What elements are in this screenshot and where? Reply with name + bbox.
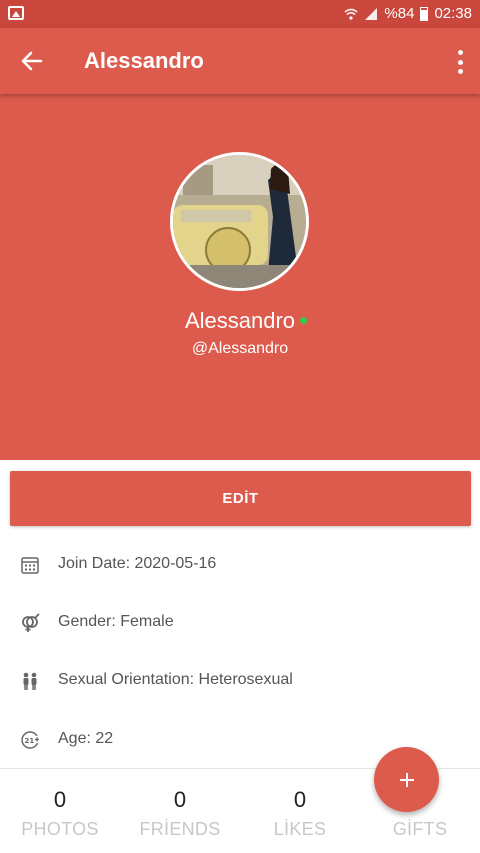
info-row-join-date: Join Date: 2020-05-16 xyxy=(0,545,480,585)
profile-header: Alessandro @Alessandro xyxy=(0,94,480,460)
photos-label: PHOTOS xyxy=(21,819,99,839)
gender-text: Gender: Female xyxy=(58,613,174,630)
more-options-button[interactable] xyxy=(454,48,466,76)
join-date-text: Join Date: 2020-05-16 xyxy=(58,555,217,572)
stat-friends[interactable]: 0 FRİENDS xyxy=(120,769,240,853)
friends-label: FRİENDS xyxy=(139,819,221,839)
signal-icon xyxy=(365,7,378,20)
more-vert-icon xyxy=(457,50,463,55)
gallery-icon xyxy=(8,6,24,20)
friends-count: 0 xyxy=(173,787,187,812)
likes-label: LİKES xyxy=(273,819,327,839)
people-icon xyxy=(23,672,37,690)
info-row-orientation: Sexual Orientation: Heterosexual xyxy=(0,661,480,701)
gifts-label: GİFTS xyxy=(392,819,448,839)
clock: 02:38 xyxy=(434,5,472,22)
online-status-dot xyxy=(300,317,307,324)
photos-count: 0 xyxy=(53,787,67,812)
age-21-icon: 21 xyxy=(21,731,39,749)
svg-text:21: 21 xyxy=(25,737,35,745)
back-button[interactable] xyxy=(16,45,48,77)
info-row-gender: Gender: Female xyxy=(0,603,480,643)
avatar-photo xyxy=(173,155,306,288)
battery-percent: %84 xyxy=(384,5,415,22)
battery-icon xyxy=(420,6,429,21)
stat-photos[interactable]: 0 PHOTOS xyxy=(0,769,120,853)
age-text: Age: 22 xyxy=(58,730,114,747)
status-indicators: %84 02:38 xyxy=(344,5,472,22)
profile-username: @Alessandro xyxy=(191,340,289,357)
wifi-icon xyxy=(344,8,358,20)
avatar[interactable] xyxy=(170,152,309,291)
app-bar: Alessandro xyxy=(0,28,480,94)
calendar-icon xyxy=(21,557,39,574)
plus-icon xyxy=(399,772,414,787)
orientation-text: Sexual Orientation: Heterosexual xyxy=(58,671,293,688)
arrow-back-icon xyxy=(21,51,43,71)
page-title: Alessandro xyxy=(84,48,204,73)
edit-profile-button[interactable]: EDİT xyxy=(10,471,471,526)
stat-likes[interactable]: 0 LİKES xyxy=(240,769,360,853)
profile-name: Alessandro xyxy=(184,308,296,333)
likes-count: 0 xyxy=(293,787,307,812)
status-bar: %84 02:38 xyxy=(0,0,480,28)
add-fab-button[interactable] xyxy=(374,747,439,812)
gender-icon xyxy=(22,613,40,632)
